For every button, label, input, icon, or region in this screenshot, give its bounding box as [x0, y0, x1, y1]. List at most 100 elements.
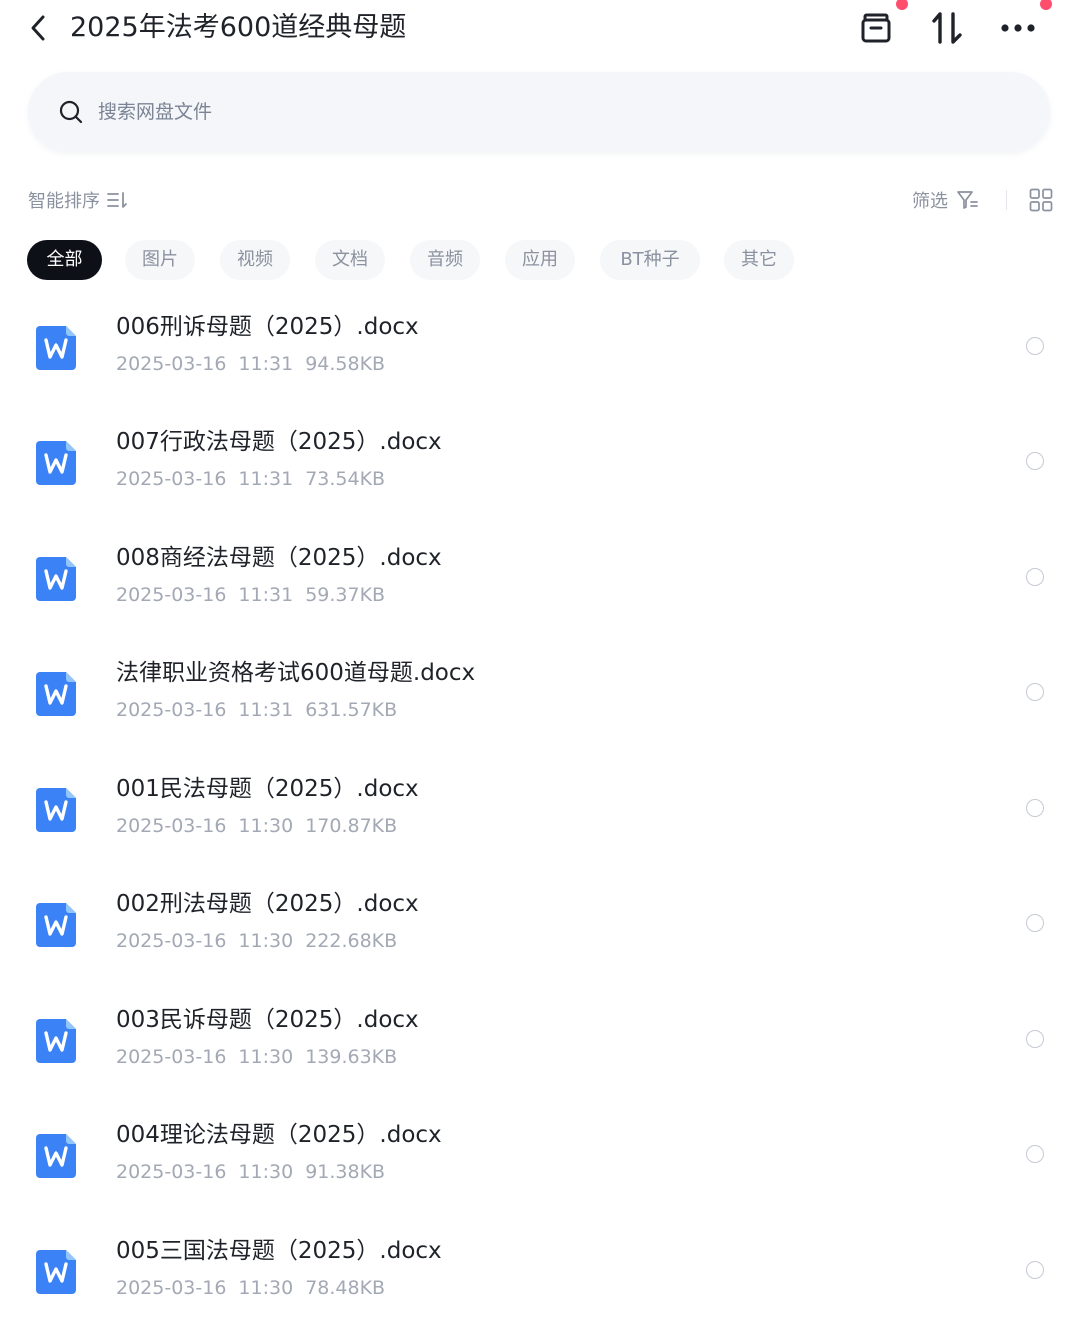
- more-button[interactable]: [996, 0, 1052, 48]
- word-doc-icon: [36, 1019, 76, 1063]
- file-row[interactable]: 001民法母题（2025）.docx 2025-03-16 11:30 170.87…: [0, 752, 1080, 867]
- word-doc-icon: [36, 557, 76, 601]
- file-date: 2025-03-16: [116, 815, 227, 837]
- smart-sort-button[interactable]: 智能排序: [28, 180, 128, 220]
- file-name: 007行政法母题（2025）.docx: [116, 429, 442, 455]
- notification-badge: [1040, 0, 1052, 10]
- file-time: 11:30: [238, 815, 294, 837]
- more-dots-icon: [1001, 24, 1035, 32]
- file-name: 法律职业资格考试600道母题.docx: [116, 660, 476, 686]
- file-meta: 2025-03-16 11:30 170.87KB: [116, 812, 397, 840]
- file-name: 002刑法母题（2025）.docx: [116, 891, 419, 917]
- select-radio[interactable]: [1026, 1261, 1044, 1279]
- sort-list-icon: [106, 190, 128, 210]
- filter-funnel-icon: [956, 189, 980, 211]
- file-date: 2025-03-16: [116, 699, 227, 721]
- grid-view-button[interactable]: [1028, 187, 1054, 213]
- file-size: 94.58KB: [305, 353, 386, 375]
- sort-button[interactable]: [896, 0, 968, 48]
- toolbar-divider: [1006, 190, 1007, 210]
- select-radio[interactable]: [1026, 683, 1044, 701]
- file-size: 59.37KB: [305, 584, 386, 606]
- file-row[interactable]: 005三国法母题（2025）.docx 2025-03-16 11:30 78.48…: [0, 1214, 1080, 1329]
- file-row[interactable]: 003民诉母题（2025）.docx 2025-03-16 11:30 139.63…: [0, 983, 1080, 1098]
- file-time: 11:31: [238, 353, 294, 375]
- search-bar[interactable]: [28, 72, 1050, 152]
- file-time: 11:30: [238, 930, 294, 952]
- file-date: 2025-03-16: [116, 584, 227, 606]
- file-date: 2025-03-16: [116, 1161, 227, 1183]
- file-name: 008商经法母题（2025）.docx: [116, 545, 442, 571]
- file-meta: 2025-03-16 11:30 222.68KB: [116, 927, 397, 955]
- file-date: 2025-03-16: [116, 353, 227, 375]
- file-name: 004理论法母题（2025）.docx: [116, 1122, 442, 1148]
- file-name: 001民法母题（2025）.docx: [116, 776, 419, 802]
- search-icon: [58, 99, 84, 125]
- select-radio[interactable]: [1026, 568, 1044, 586]
- file-name: 005三国法母题（2025）.docx: [116, 1238, 442, 1264]
- file-row[interactable]: 002刑法母题（2025）.docx 2025-03-16 11:30 222.68…: [0, 867, 1080, 982]
- select-radio[interactable]: [1026, 1145, 1044, 1163]
- file-date: 2025-03-16: [116, 930, 227, 952]
- file-row[interactable]: 007行政法母题（2025）.docx 2025-03-16 11:31 73.54…: [0, 405, 1080, 520]
- back-button[interactable]: [24, 10, 52, 46]
- file-row[interactable]: 008商经法母题（2025）.docx 2025-03-16 11:31 59.37…: [0, 521, 1080, 636]
- tab-apps[interactable]: 应用: [505, 240, 575, 280]
- file-meta: 2025-03-16 11:31 59.37KB: [116, 581, 385, 609]
- smart-sort-label: 智能排序: [28, 191, 100, 212]
- word-doc-icon: [36, 441, 76, 485]
- file-size: 170.87KB: [305, 815, 398, 837]
- file-date: 2025-03-16: [116, 1277, 227, 1299]
- tab-audio[interactable]: 音频: [410, 240, 480, 280]
- word-doc-icon: [36, 788, 76, 832]
- file-date: 2025-03-16: [116, 1046, 227, 1068]
- file-meta: 2025-03-16 11:30 78.48KB: [116, 1274, 385, 1302]
- file-meta: 2025-03-16 11:30 91.38KB: [116, 1158, 385, 1186]
- word-doc-icon: [36, 326, 76, 370]
- tab-bt-torrents[interactable]: BT种子: [600, 240, 700, 280]
- file-row[interactable]: 004理论法母题（2025）.docx 2025-03-16 11:30 91.38…: [0, 1098, 1080, 1213]
- file-time: 11:30: [238, 1277, 294, 1299]
- select-radio[interactable]: [1026, 1030, 1044, 1048]
- word-doc-icon: [36, 903, 76, 947]
- file-meta: 2025-03-16 11:31 73.54KB: [116, 465, 385, 493]
- search-input[interactable]: [96, 100, 1000, 124]
- sort-filter-bar: 智能排序 筛选: [28, 180, 1054, 220]
- file-meta: 2025-03-16 11:30 139.63KB: [116, 1043, 397, 1071]
- top-bar: 2025年法考600道经典母题: [0, 0, 1080, 60]
- filter-button[interactable]: 筛选: [912, 180, 980, 220]
- page-title: 2025年法考600道经典母题: [70, 12, 407, 43]
- archive-box-icon: [861, 13, 891, 43]
- word-doc-icon: [36, 1134, 76, 1178]
- file-time: 11:31: [238, 468, 294, 490]
- tab-all[interactable]: 全部: [27, 240, 102, 280]
- file-time: 11:30: [238, 1046, 294, 1068]
- archive-button[interactable]: [856, 8, 896, 48]
- select-radio[interactable]: [1026, 452, 1044, 470]
- file-size: 139.63KB: [305, 1046, 398, 1068]
- tab-other[interactable]: 其它: [724, 240, 794, 280]
- file-meta: 2025-03-16 11:31 94.58KB: [116, 350, 385, 378]
- file-time: 11:31: [238, 699, 294, 721]
- file-date: 2025-03-16: [116, 468, 227, 490]
- sort-arrows-icon: [932, 12, 962, 44]
- select-radio[interactable]: [1026, 914, 1044, 932]
- file-size: 73.54KB: [305, 468, 386, 490]
- file-size: 222.68KB: [305, 930, 398, 952]
- grid-view-icon: [1029, 188, 1053, 212]
- file-name: 006刑诉母题（2025）.docx: [116, 314, 419, 340]
- file-row[interactable]: 006刑诉母题（2025）.docx 2025-03-16 11:31 94.58K…: [0, 290, 1080, 405]
- file-row[interactable]: 法律职业资格考试600道母题.docx 2025-03-16 11:31 631.5…: [0, 636, 1080, 751]
- filter-label: 筛选: [912, 191, 948, 212]
- tab-documents[interactable]: 文档: [315, 240, 385, 280]
- file-size: 91.38KB: [305, 1161, 386, 1183]
- file-meta: 2025-03-16 11:31 631.57KB: [116, 696, 397, 724]
- select-radio[interactable]: [1026, 799, 1044, 817]
- notification-badge: [896, 0, 908, 10]
- file-name: 003民诉母题（2025）.docx: [116, 1007, 419, 1033]
- tab-videos[interactable]: 视频: [220, 240, 290, 280]
- tab-images[interactable]: 图片: [125, 240, 195, 280]
- word-doc-icon: [36, 672, 76, 716]
- file-time: 11:30: [238, 1161, 294, 1183]
- select-radio[interactable]: [1026, 337, 1044, 355]
